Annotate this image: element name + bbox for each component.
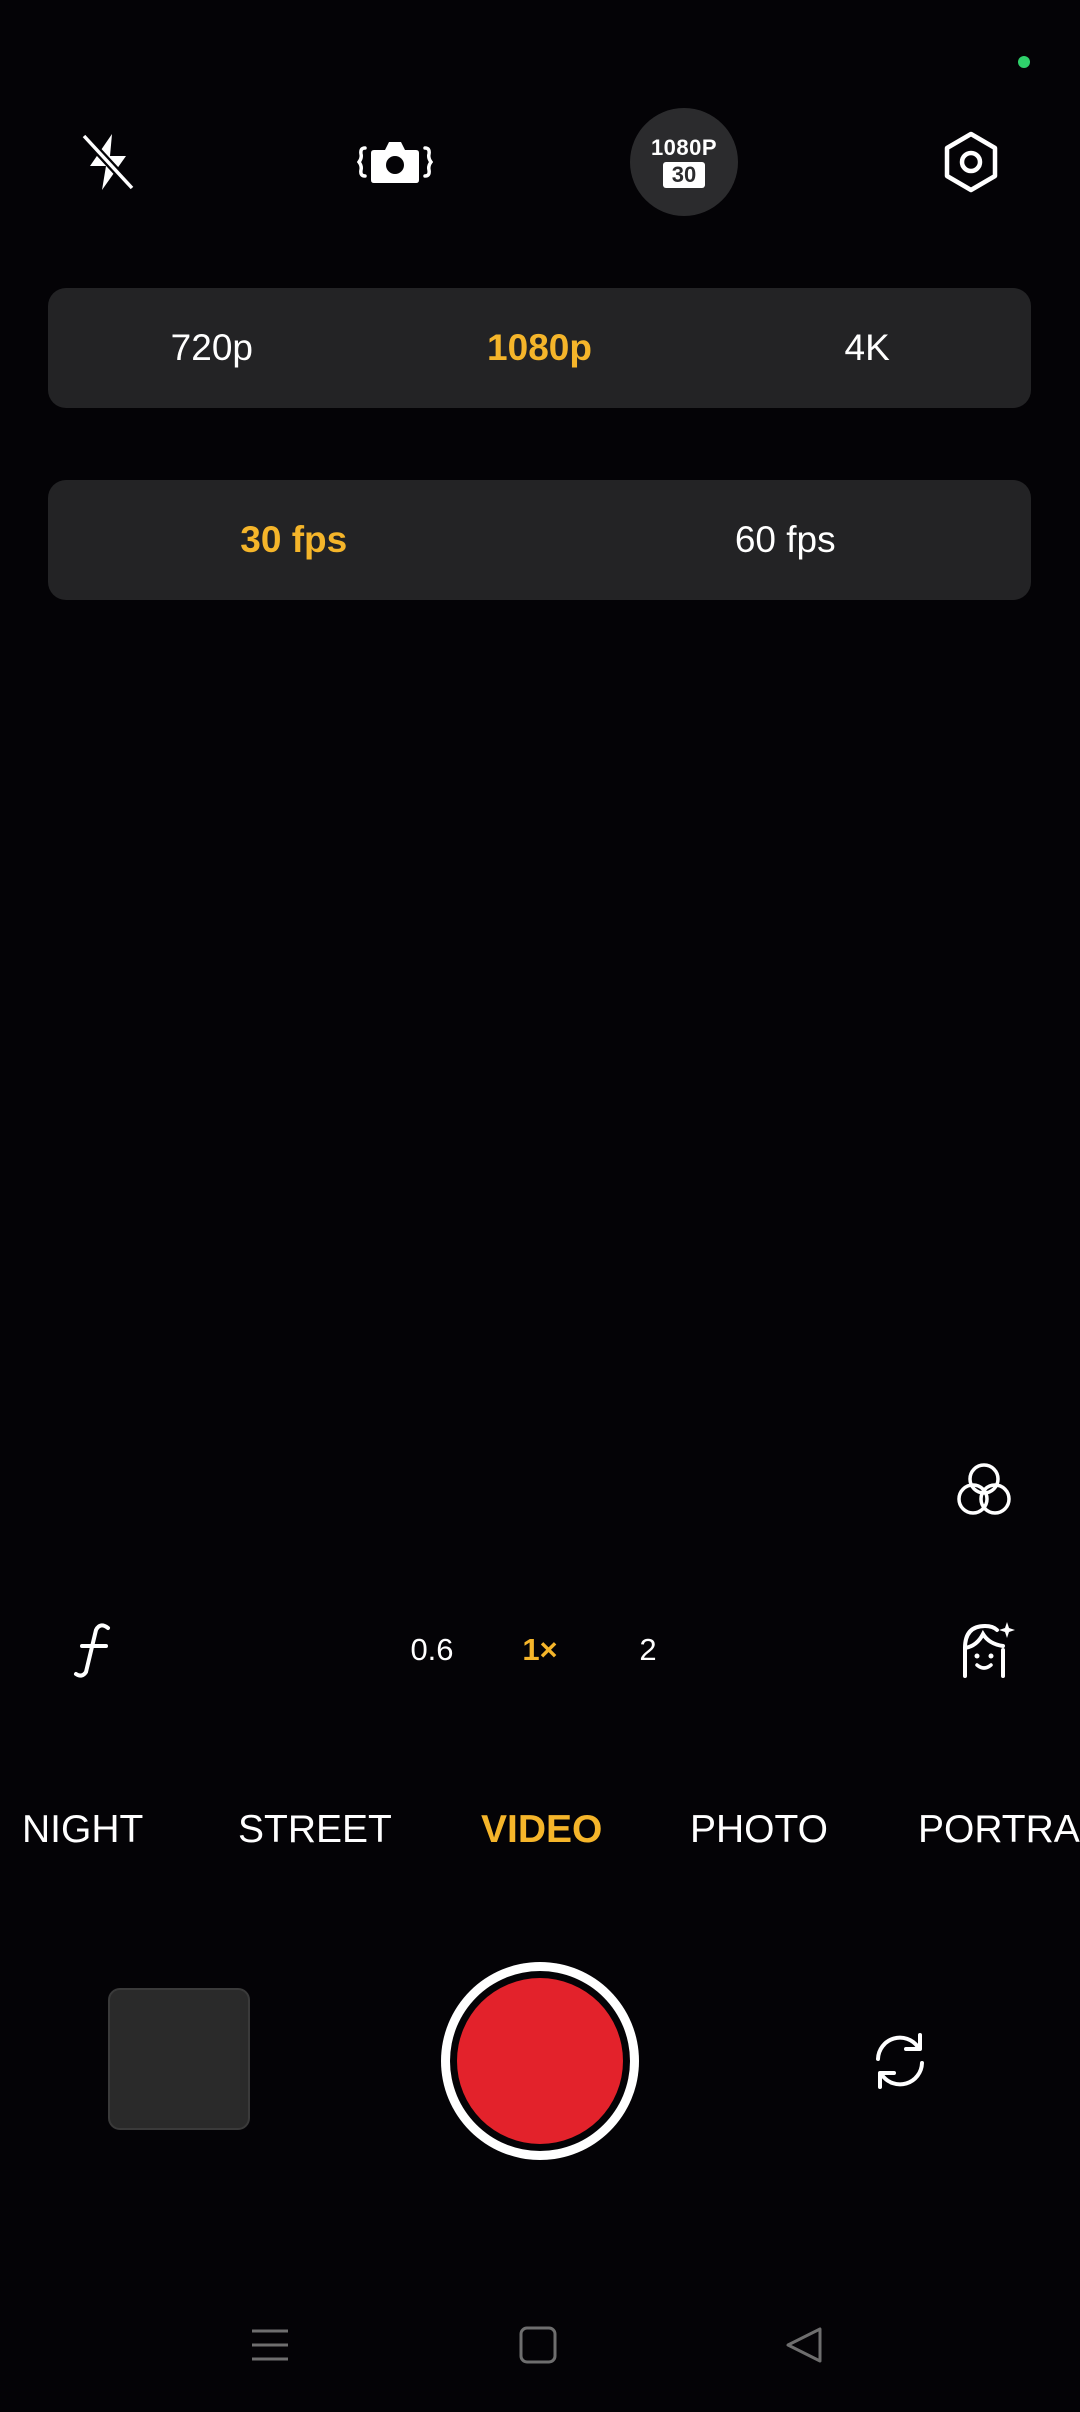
settings-icon[interactable]: [926, 117, 1016, 207]
flash-off-icon[interactable]: [63, 117, 153, 207]
badge-fps-text: 30: [662, 162, 706, 188]
switch-camera-icon[interactable]: [855, 2016, 945, 2106]
zoom-option-0-6[interactable]: 0.6: [387, 1625, 477, 1675]
resolution-selector: 720p 1080p 4K: [48, 288, 1031, 408]
home-icon[interactable]: [508, 2320, 568, 2370]
record-button-ring: [450, 1971, 630, 2151]
resolution-fps-badge[interactable]: 1080P 30: [630, 108, 738, 216]
mode-night[interactable]: NIGHT: [22, 1800, 143, 1860]
resolution-option-720p[interactable]: 720p: [48, 288, 376, 408]
zoom-option-2[interactable]: 2: [603, 1625, 693, 1675]
mode-video[interactable]: VIDEO: [481, 1800, 602, 1860]
zoom-option-1x[interactable]: 1×: [495, 1625, 585, 1675]
fps-selector: 30 fps 60 fps: [48, 480, 1031, 600]
badge-resolution-text: 1080P: [650, 135, 718, 160]
mode-photo[interactable]: PHOTO: [690, 1800, 828, 1860]
record-button-core: [457, 1978, 623, 2144]
stabilization-icon[interactable]: [350, 117, 440, 207]
beauty-face-icon[interactable]: [940, 1605, 1030, 1695]
filters-icon[interactable]: [939, 1445, 1029, 1535]
mode-street[interactable]: STREET: [238, 1800, 392, 1860]
resolution-option-1080p[interactable]: 1080p: [376, 288, 704, 408]
gallery-thumbnail[interactable]: [108, 1988, 250, 2130]
mode-portrait[interactable]: PORTRAIT: [918, 1800, 1080, 1860]
resolution-option-4k[interactable]: 4K: [703, 288, 1031, 408]
aperture-f-icon[interactable]: [50, 1605, 140, 1695]
back-icon[interactable]: [774, 2320, 834, 2370]
privacy-indicator-dot: [1018, 56, 1030, 68]
mode-selector: NIGHT STREET VIDEO PHOTO PORTRAIT: [0, 1800, 1080, 1860]
menu-icon[interactable]: [240, 2320, 300, 2370]
record-button[interactable]: [441, 1962, 639, 2160]
fps-option-30[interactable]: 30 fps: [48, 480, 540, 600]
fps-option-60[interactable]: 60 fps: [540, 480, 1032, 600]
